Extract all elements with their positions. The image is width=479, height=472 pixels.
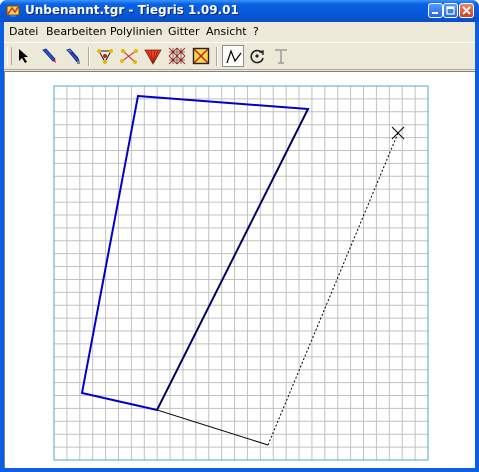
grid-cross-tool-button[interactable] xyxy=(166,45,188,67)
pen-tool-button[interactable] xyxy=(38,45,60,67)
close-button[interactable] xyxy=(459,3,474,18)
polygon-vertices-tool-button[interactable] xyxy=(94,45,116,67)
multi-pen-icon xyxy=(66,48,80,64)
toolbar-grip[interactable] xyxy=(7,47,12,65)
text-tool-button[interactable] xyxy=(270,45,292,67)
grid-lines xyxy=(54,86,428,460)
preview-segment xyxy=(267,132,399,446)
toolbar-separator xyxy=(88,47,90,66)
menu-gitter[interactable]: Gitter xyxy=(168,25,200,38)
menu-polylinien[interactable]: Polylinien xyxy=(110,25,162,38)
toolbar-separator xyxy=(216,47,218,66)
menu-bearbeiten[interactable]: Bearbeiten xyxy=(46,25,106,38)
minimize-icon xyxy=(432,12,438,14)
application-window: Unbenannt.tgr - Tiegris 1.09.01 Datei Be… xyxy=(0,0,479,472)
node-points-tool-button[interactable] xyxy=(118,45,140,67)
grid-border xyxy=(53,85,429,461)
menu-help[interactable]: ? xyxy=(253,25,259,38)
polyline-mode-icon xyxy=(226,49,242,64)
pointer-arrow-icon xyxy=(19,49,28,63)
rotate-icon xyxy=(250,49,264,64)
toolbar xyxy=(4,42,475,70)
frame-cross-tool-button[interactable] xyxy=(190,45,212,67)
rotate-tool-button[interactable] xyxy=(246,45,268,67)
title-bar[interactable]: Unbenannt.tgr - Tiegris 1.09.01 xyxy=(0,0,479,22)
pen-icon xyxy=(42,48,56,63)
fan-triangle-icon xyxy=(144,49,162,65)
pointer-tool-button[interactable] xyxy=(14,45,36,67)
menu-ansicht[interactable]: Ansicht xyxy=(206,25,247,38)
multi-pen-tool-button[interactable] xyxy=(62,45,84,67)
polyline[interactable] xyxy=(156,108,309,446)
active-polyline[interactable] xyxy=(80,94,310,412)
menu-datei[interactable]: Datei xyxy=(9,25,38,38)
menu-bar: Datei Bearbeiten Polylinien Gitter Ansic… xyxy=(4,22,475,41)
node-points-icon xyxy=(120,49,138,64)
polyline-mode-tool-button[interactable] xyxy=(222,45,244,67)
drawing-canvas[interactable] xyxy=(4,71,475,468)
drawing-surface[interactable] xyxy=(5,72,474,467)
frame-cross-icon xyxy=(192,47,210,65)
polygon-vertices-icon xyxy=(97,49,113,64)
minimize-button[interactable] xyxy=(428,3,443,18)
maximize-icon xyxy=(446,6,455,15)
tiegris-app-icon[interactable] xyxy=(6,4,20,18)
grid-cross-icon xyxy=(168,47,186,65)
close-icon xyxy=(462,6,471,15)
maximize-button[interactable] xyxy=(443,3,458,18)
client-area: Datei Bearbeiten Polylinien Gitter Ansic… xyxy=(4,22,475,468)
fan-triangle-tool-button[interactable] xyxy=(142,45,164,67)
text-icon xyxy=(275,49,287,64)
window-title: Unbenannt.tgr - Tiegris 1.09.01 xyxy=(25,3,239,17)
